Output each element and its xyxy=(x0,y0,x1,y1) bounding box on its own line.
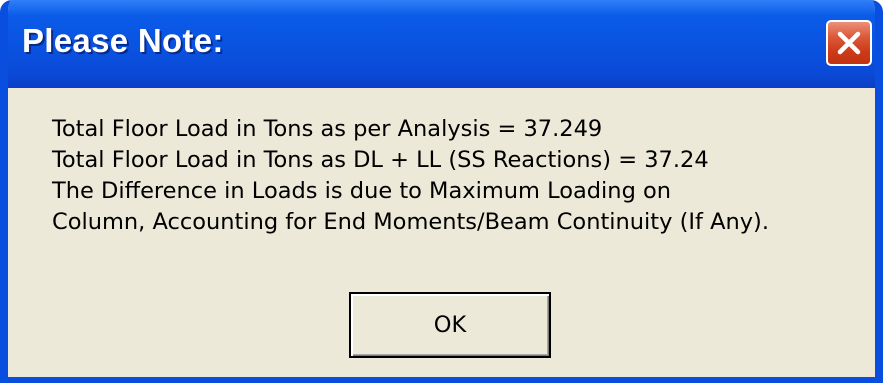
message-line: The Difference in Loads is due to Maximu… xyxy=(52,178,672,204)
message-line: Total Floor Load in Tons as per Analysis… xyxy=(52,116,603,142)
close-button[interactable] xyxy=(826,20,872,66)
dialog-message: Total Floor Load in Tons as per Analysis… xyxy=(52,114,769,238)
message-line: Total Floor Load in Tons as DL + LL (SS … xyxy=(52,147,709,173)
message-line: Column, Accounting for End Moments/Beam … xyxy=(52,209,769,235)
close-icon xyxy=(837,31,861,55)
dialog-title: Please Note: xyxy=(22,22,224,59)
dialog-body: Total Floor Load in Tons as per Analysis… xyxy=(8,88,875,377)
message-dialog: Please Note: Total Floor Load in Tons as… xyxy=(0,0,883,383)
title-bar[interactable]: Please Note: xyxy=(8,0,875,88)
ok-button[interactable]: OK xyxy=(349,292,551,358)
